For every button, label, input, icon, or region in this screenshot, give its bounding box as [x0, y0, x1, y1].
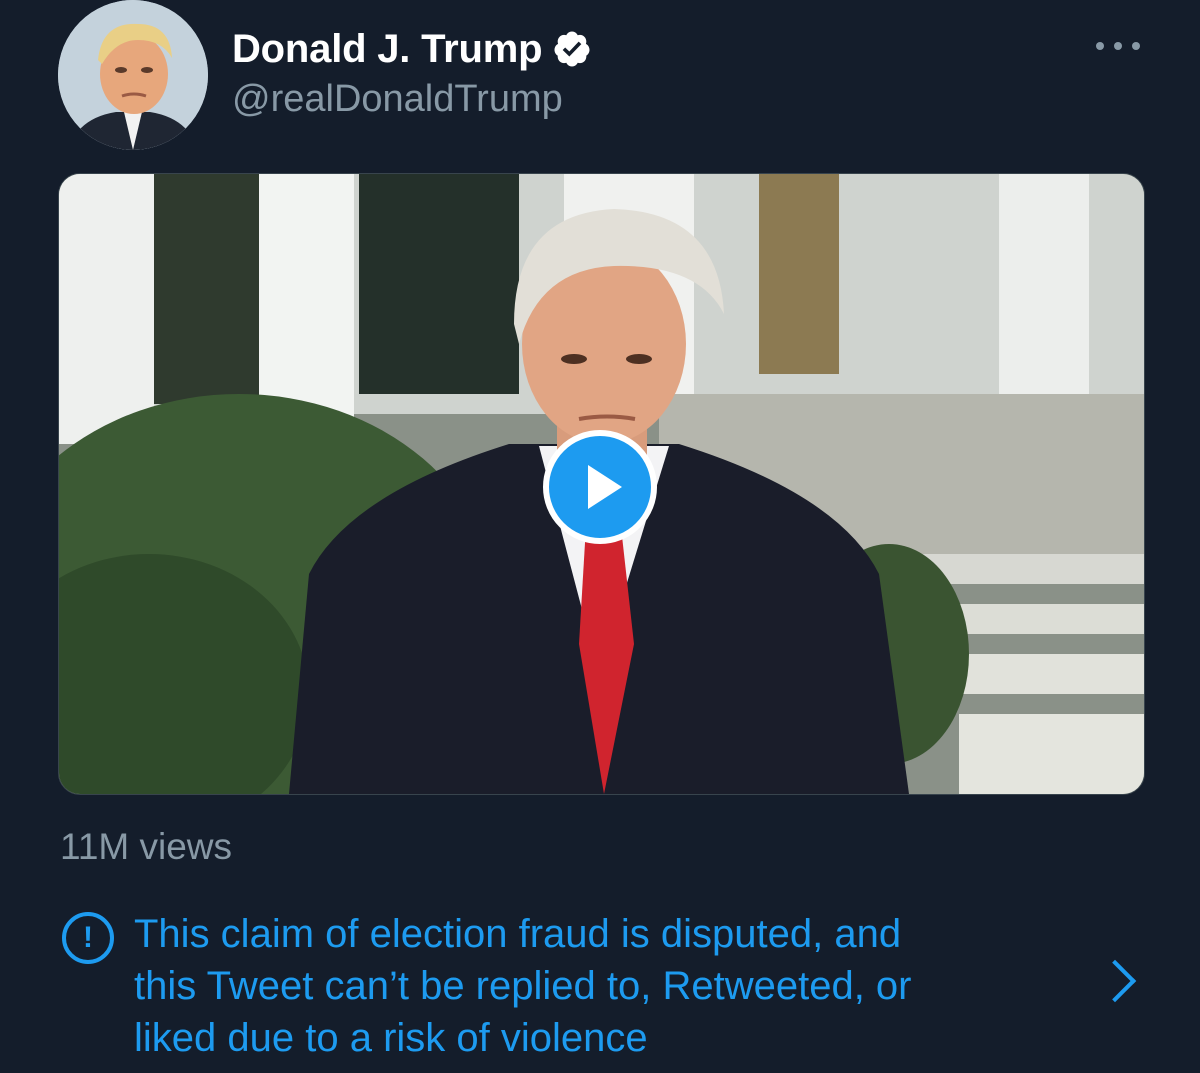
- display-name[interactable]: Donald J. Trump: [232, 27, 543, 72]
- dot: [1114, 42, 1122, 50]
- dot: [1132, 42, 1140, 50]
- notice-text: This claim of election fraud is disputed…: [134, 912, 912, 1060]
- play-button[interactable]: [543, 430, 657, 544]
- user-handle[interactable]: @realDonaldTrump: [232, 78, 563, 121]
- avatar[interactable]: [58, 0, 208, 150]
- video-player[interactable]: [58, 173, 1145, 795]
- author-name-row[interactable]: Donald J. Trump: [232, 24, 592, 74]
- dot: [1096, 42, 1104, 50]
- more-options-icon[interactable]: [1096, 36, 1140, 56]
- verified-badge-icon: [554, 31, 590, 67]
- play-icon: [588, 465, 622, 509]
- view-count: 11M views: [60, 826, 233, 867]
- exclamation-circle-icon: !: [62, 912, 114, 964]
- chevron-right-icon[interactable]: [1093, 959, 1137, 1003]
- election-fraud-notice[interactable]: ! This claim of election fraud is disput…: [60, 908, 1140, 1060]
- tweet-card: Donald J. Trump @realDonaldTrump 11M vie…: [0, 0, 1200, 1073]
